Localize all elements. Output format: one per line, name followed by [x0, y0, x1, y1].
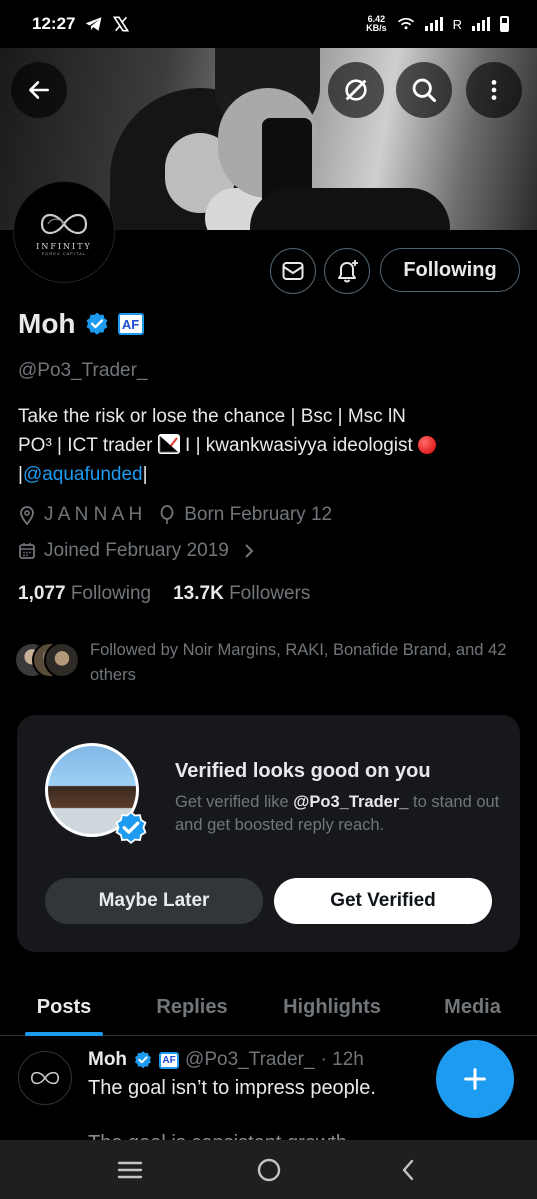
post-avatar[interactable]	[18, 1051, 72, 1105]
following-count-link[interactable]: 1,077 Following	[18, 583, 151, 605]
followers-count-link[interactable]: 13.7K Followers	[173, 583, 310, 605]
following-button[interactable]: Following	[380, 248, 520, 292]
more-vertical-icon	[491, 80, 497, 100]
balloon-icon	[160, 505, 174, 524]
status-bar: 12:27 6.42 KB/s R	[0, 0, 537, 48]
profile-handle: @Po3_Trader_	[18, 360, 148, 381]
post-text: The goal isn’t to impress people.	[88, 1077, 376, 1099]
signal-icon	[424, 17, 443, 31]
bio-line-1: Take the risk or lose the chance | Bsc |…	[18, 406, 406, 427]
chevron-right-icon	[245, 544, 254, 558]
recents-icon	[117, 1161, 142, 1178]
bell-plus-icon	[338, 260, 358, 283]
display-name: Moh	[18, 308, 76, 339]
get-verified-button[interactable]: Get Verified	[274, 878, 492, 924]
bio-mention-link[interactable]: @aquafunded	[23, 464, 143, 485]
home-icon	[257, 1158, 280, 1181]
post-author-name: Moh	[88, 1049, 128, 1070]
infinity-logo-icon	[40, 213, 88, 235]
profile-bio: Take the risk or lose the chance | Bsc |…	[18, 402, 523, 489]
status-time: 12:27	[32, 14, 76, 33]
avatar-logo-sub: FOREX CAPITAL	[41, 251, 87, 256]
verified-promo-card: Verified looks good on you Get verified …	[17, 715, 520, 952]
roaming-indicator: R	[452, 16, 462, 32]
back-arrow-icon	[29, 81, 49, 99]
verified-check-icon	[115, 811, 147, 845]
nav-home-button[interactable]	[239, 1145, 299, 1195]
profile-location: J A N N A H	[44, 504, 143, 525]
battery-icon	[500, 16, 509, 32]
verified-badge-icon[interactable]	[84, 311, 110, 337]
banner-shoulder	[250, 188, 450, 230]
telegram-icon	[86, 17, 102, 31]
back-button[interactable]	[11, 62, 67, 118]
verified-badge-icon	[135, 1051, 152, 1069]
mini-avatar-3	[44, 642, 80, 678]
x-logo-icon	[113, 16, 130, 32]
followed-by-text: Followed by Noir Margins, RAKI, Bonafide…	[90, 641, 507, 684]
system-nav-bar	[0, 1140, 537, 1199]
search-icon	[412, 78, 437, 103]
plus-icon	[464, 1068, 486, 1090]
tab-highlights[interactable]: Highlights	[256, 980, 408, 1035]
red-circle-icon	[418, 436, 437, 454]
tab-posts[interactable]: Posts	[0, 980, 128, 1036]
nav-back-button[interactable]	[378, 1145, 438, 1195]
nav-back-icon	[402, 1159, 413, 1180]
profile-tabs: Posts Replies Highlights Media	[0, 980, 537, 1036]
calendar-icon	[19, 543, 35, 559]
active-tab-indicator	[25, 1032, 103, 1036]
message-button[interactable]	[270, 248, 316, 294]
tab-replies[interactable]: Replies	[128, 980, 256, 1035]
meta-row-2[interactable]: Joined February 2019	[18, 540, 255, 562]
infinity-logo-icon	[31, 1071, 59, 1085]
search-button[interactable]	[396, 62, 452, 118]
profile-joined: Joined February 2019	[44, 540, 229, 561]
promo-description: Get verified like @Po3_Trader_ to stand …	[175, 793, 500, 834]
follow-counts: 1,077 Following 13.7K Followers	[18, 583, 310, 605]
status-left: 12:27	[32, 14, 130, 34]
more-button[interactable]	[466, 62, 522, 118]
followed-by-row[interactable]: Followed by Noir Margins, RAKI, Bonafide…	[14, 638, 524, 688]
signal-icon-2	[472, 17, 490, 31]
affiliate-badge[interactable]: AF	[117, 313, 144, 335]
net-speed: 6.42 KB/s	[366, 14, 387, 33]
grok-icon	[345, 79, 367, 101]
tab-media[interactable]: Media	[408, 980, 537, 1035]
status-right: 6.42 KB/s R	[366, 15, 509, 33]
profile-avatar[interactable]: INFINITY FOREX CAPITAL	[14, 182, 114, 282]
post-time: · 12h	[320, 1049, 364, 1070]
promo-title: Verified looks good on you	[175, 760, 431, 782]
maybe-later-button[interactable]: Maybe Later	[45, 878, 263, 924]
chart-increasing-icon	[157, 434, 180, 454]
followed-by-avatars	[14, 642, 80, 678]
wifi-icon	[397, 17, 414, 30]
post-text-2: The goal is consistent growth.	[88, 1132, 353, 1140]
grok-button[interactable]	[328, 62, 384, 118]
post-handle: @Po3_Trader_	[185, 1049, 315, 1070]
name-row: Moh AF	[18, 308, 144, 340]
profile-birthday: Born February 12	[184, 504, 333, 525]
post-affiliate-badge: AF	[159, 1051, 180, 1069]
nav-recents-button[interactable]	[100, 1145, 160, 1195]
message-icon	[282, 262, 304, 280]
location-icon	[20, 506, 34, 525]
notifications-button[interactable]	[324, 248, 370, 294]
meta-row-1: J A N N A H Born February 12	[18, 504, 332, 526]
bio-line-3: |@aquafunded|	[18, 464, 148, 485]
avatar-logo-text: INFINITY	[36, 242, 92, 251]
compose-button[interactable]	[436, 1040, 514, 1118]
post-header: Moh AF @Po3_Trader_ · 12h	[88, 1049, 364, 1071]
bio-line-2: PO³ | ICT trader I | kwankwasiyya ideolo…	[18, 431, 523, 460]
